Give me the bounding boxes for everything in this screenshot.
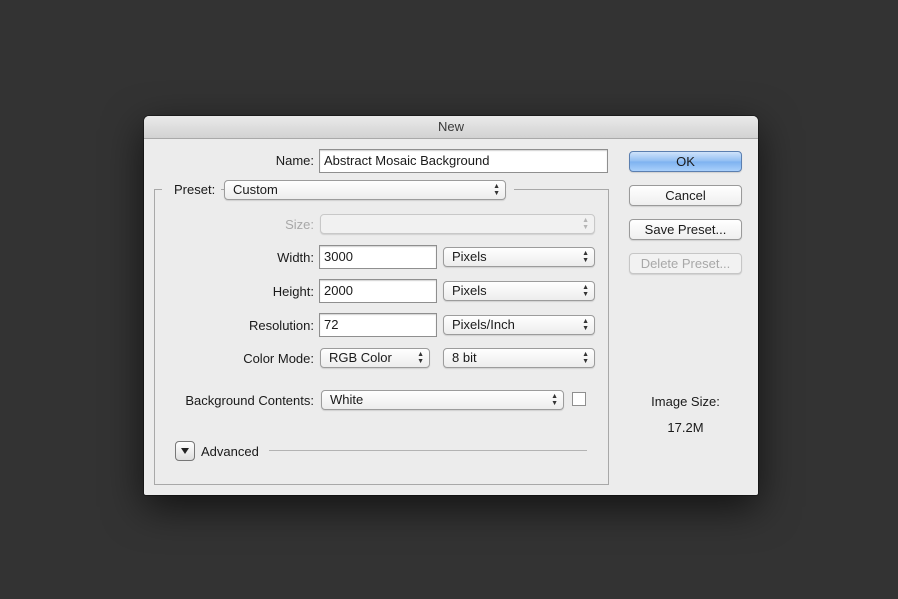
new-document-dialog: New Name: Abstract Mosaic Background Pre… xyxy=(144,116,758,495)
resolution-unit-value: Pixels/Inch xyxy=(452,317,515,332)
chevron-up-down-icon: ▲ ▼ xyxy=(582,318,589,332)
height-field[interactable]: 2000 xyxy=(319,279,437,303)
chevron-up-down-icon: ▲ ▼ xyxy=(493,183,500,197)
dialog-title: New xyxy=(144,116,758,139)
bit-depth-select[interactable]: 8 bit ▲ ▼ xyxy=(443,348,595,368)
name-field[interactable]: Abstract Mosaic Background xyxy=(319,149,608,173)
width-unit-select[interactable]: Pixels ▲ ▼ xyxy=(443,247,595,267)
background-contents-select[interactable]: White ▲ ▼ xyxy=(321,390,564,410)
background-contents-label: Background Contents: xyxy=(185,393,314,408)
resolution-unit-select[interactable]: Pixels/Inch ▲ ▼ xyxy=(443,315,595,335)
size-label: Size: xyxy=(285,217,314,232)
color-mode-label: Color Mode: xyxy=(243,351,314,366)
advanced-disclosure-button[interactable] xyxy=(175,441,195,461)
height-unit-select[interactable]: Pixels ▲ ▼ xyxy=(443,281,595,301)
preset-label: Preset: xyxy=(162,182,222,197)
save-preset-button[interactable]: Save Preset... xyxy=(629,219,742,240)
chevron-up-down-icon: ▲ ▼ xyxy=(582,250,589,264)
advanced-label: Advanced xyxy=(201,444,259,459)
width-label: Width: xyxy=(277,250,314,265)
resolution-field[interactable]: 72 xyxy=(319,313,437,337)
preset-label-gap xyxy=(506,188,514,191)
color-mode-value: RGB Color xyxy=(329,350,392,365)
color-mode-select[interactable]: RGB Color ▲ ▼ xyxy=(320,348,430,368)
bit-depth-value: 8 bit xyxy=(452,350,477,365)
height-label: Height: xyxy=(272,284,314,299)
width-field[interactable]: 3000 xyxy=(319,245,437,269)
image-size-label: Image Size: xyxy=(651,394,720,409)
width-unit-value: Pixels xyxy=(452,249,487,264)
chevron-up-down-icon: ▲ ▼ xyxy=(582,217,589,231)
ok-button[interactable]: OK xyxy=(629,151,742,172)
chevron-up-down-icon: ▲ ▼ xyxy=(582,351,589,365)
name-label: Name: xyxy=(275,153,314,168)
size-select: ▲ ▼ xyxy=(320,214,595,234)
chevron-up-down-icon: ▲ ▼ xyxy=(417,351,424,365)
background-contents-value: White xyxy=(330,392,364,407)
cancel-button[interactable]: Cancel xyxy=(629,185,742,206)
preset-select-value: Custom xyxy=(233,182,278,197)
background-color-swatch[interactable] xyxy=(572,392,586,406)
disclosure-triangle-icon xyxy=(181,448,189,454)
chevron-up-down-icon: ▲ ▼ xyxy=(582,284,589,298)
preset-select[interactable]: Custom ▲ ▼ xyxy=(224,180,506,200)
height-unit-value: Pixels xyxy=(452,283,487,298)
advanced-divider xyxy=(269,450,587,451)
image-size-value: 17.2M xyxy=(667,420,704,435)
resolution-label: Resolution: xyxy=(248,318,314,333)
chevron-up-down-icon: ▲ ▼ xyxy=(551,393,558,407)
delete-preset-button: Delete Preset... xyxy=(629,253,742,274)
